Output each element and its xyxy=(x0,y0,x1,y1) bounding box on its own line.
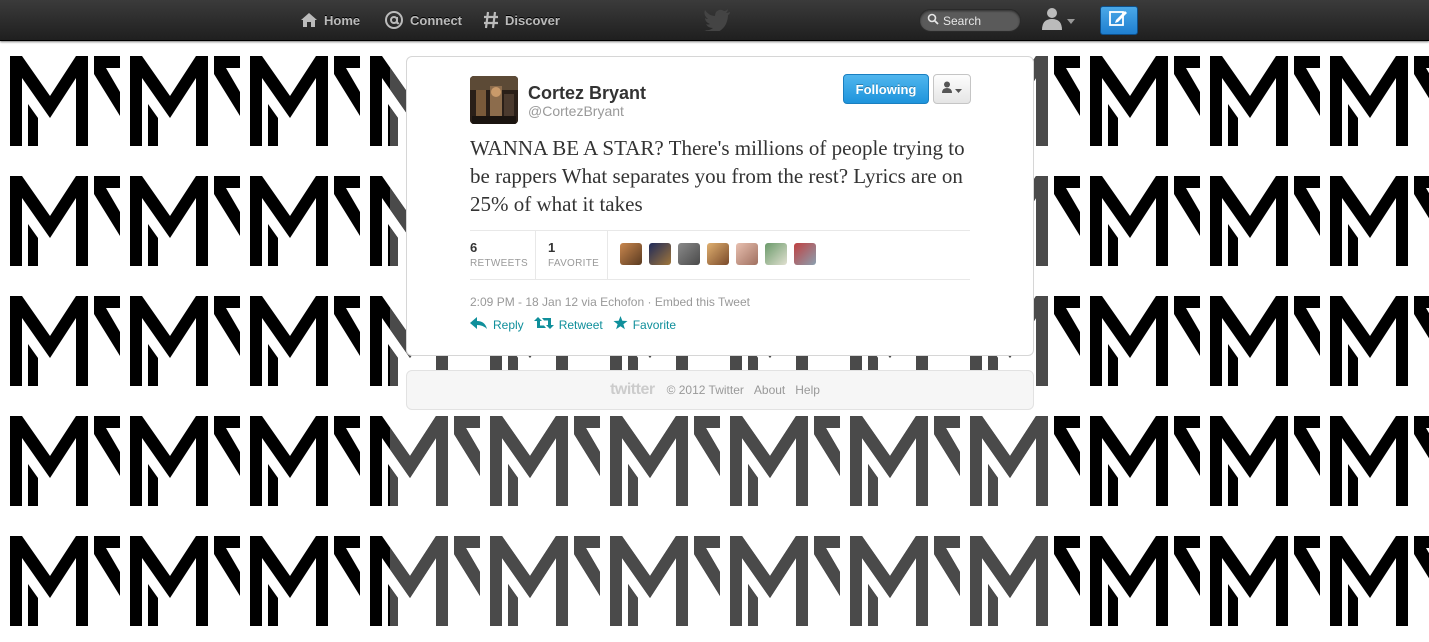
nav-connect-label: Connect xyxy=(410,12,462,28)
avatar[interactable] xyxy=(794,243,816,265)
avatar[interactable] xyxy=(620,243,642,265)
twitter-bird-icon[interactable] xyxy=(704,9,732,36)
tweet-actions: Reply Retweet Favorite xyxy=(470,316,686,333)
user-icon xyxy=(942,80,952,98)
avatar[interactable] xyxy=(765,243,787,265)
chevron-down-icon xyxy=(1067,11,1075,29)
search-input[interactable] xyxy=(943,13,1013,28)
star-icon xyxy=(613,316,633,333)
chevron-down-icon xyxy=(955,80,962,98)
retweet-button[interactable]: Retweet xyxy=(533,317,603,332)
stat-divider xyxy=(607,231,608,279)
footer-help-link[interactable]: Help xyxy=(795,383,820,397)
nav-connect[interactable]: Connect xyxy=(384,0,462,40)
nav-discover[interactable]: Discover xyxy=(483,0,560,40)
at-icon xyxy=(384,10,404,30)
embed-tweet-link[interactable]: Embed this Tweet xyxy=(655,295,750,309)
user-silhouette-icon xyxy=(1040,6,1064,35)
tweet-text: WANNA BE A STAR? There's millions of peo… xyxy=(470,136,965,216)
copyright-text: © 2012 Twitter xyxy=(666,383,744,397)
page-footer: twitter © 2012 Twitter About Help xyxy=(406,370,1034,410)
favorite-button[interactable]: Favorite xyxy=(613,316,676,333)
avatar[interactable] xyxy=(678,243,700,265)
favorites-label: FAVORITE xyxy=(548,258,600,269)
favorites-count: 1 xyxy=(548,240,556,255)
retweets-label: RETWEETS xyxy=(470,258,528,269)
author-handle[interactable]: @CortezBryant xyxy=(528,103,624,119)
user-actions-dropdown[interactable] xyxy=(933,74,971,104)
twitter-wordmark-logo: twitter xyxy=(610,381,655,398)
nav-discover-label: Discover xyxy=(505,12,560,28)
tweet-meta: 2:09 PM - 18 Jan 12 via Echofon · Embed … xyxy=(470,295,750,309)
search-icon xyxy=(927,12,939,30)
compose-icon xyxy=(1109,9,1129,32)
reply-label: Reply xyxy=(493,317,524,332)
avatar[interactable] xyxy=(707,243,729,265)
top-navigation-bar: Home Connect Discover xyxy=(0,0,1429,41)
account-menu[interactable] xyxy=(1040,6,1080,34)
tweet-timestamp[interactable]: 2:09 PM - 18 Jan 12 xyxy=(470,295,578,309)
favoriters-list xyxy=(620,243,823,265)
reply-icon xyxy=(470,317,493,332)
favorite-label: Favorite xyxy=(632,317,677,332)
retweet-icon xyxy=(533,317,559,332)
avatar[interactable] xyxy=(470,76,518,124)
tweet-card: Cortez Bryant @CortezBryant Following WA… xyxy=(406,56,1034,356)
search-box[interactable] xyxy=(919,9,1021,32)
hash-icon xyxy=(483,11,499,29)
reply-button[interactable]: Reply xyxy=(470,317,524,332)
tweet-stats: 6 RETWEETS 1 FAVORITE xyxy=(470,230,970,280)
following-button[interactable]: Following xyxy=(843,74,929,104)
nav-home-label: Home xyxy=(324,12,361,28)
avatar[interactable] xyxy=(736,243,758,265)
retweet-label: Retweet xyxy=(558,317,603,332)
nav-home[interactable]: Home xyxy=(300,0,360,40)
tweet-source[interactable]: via Echofon xyxy=(581,295,644,309)
compose-tweet-button[interactable] xyxy=(1100,6,1138,35)
stat-divider xyxy=(535,231,536,279)
home-icon xyxy=(300,12,318,28)
author-name[interactable]: Cortez Bryant xyxy=(528,83,646,104)
meta-separator: · xyxy=(647,295,652,309)
retweets-count: 6 xyxy=(470,240,478,255)
footer-about-link[interactable]: About xyxy=(754,383,785,397)
avatar[interactable] xyxy=(649,243,671,265)
